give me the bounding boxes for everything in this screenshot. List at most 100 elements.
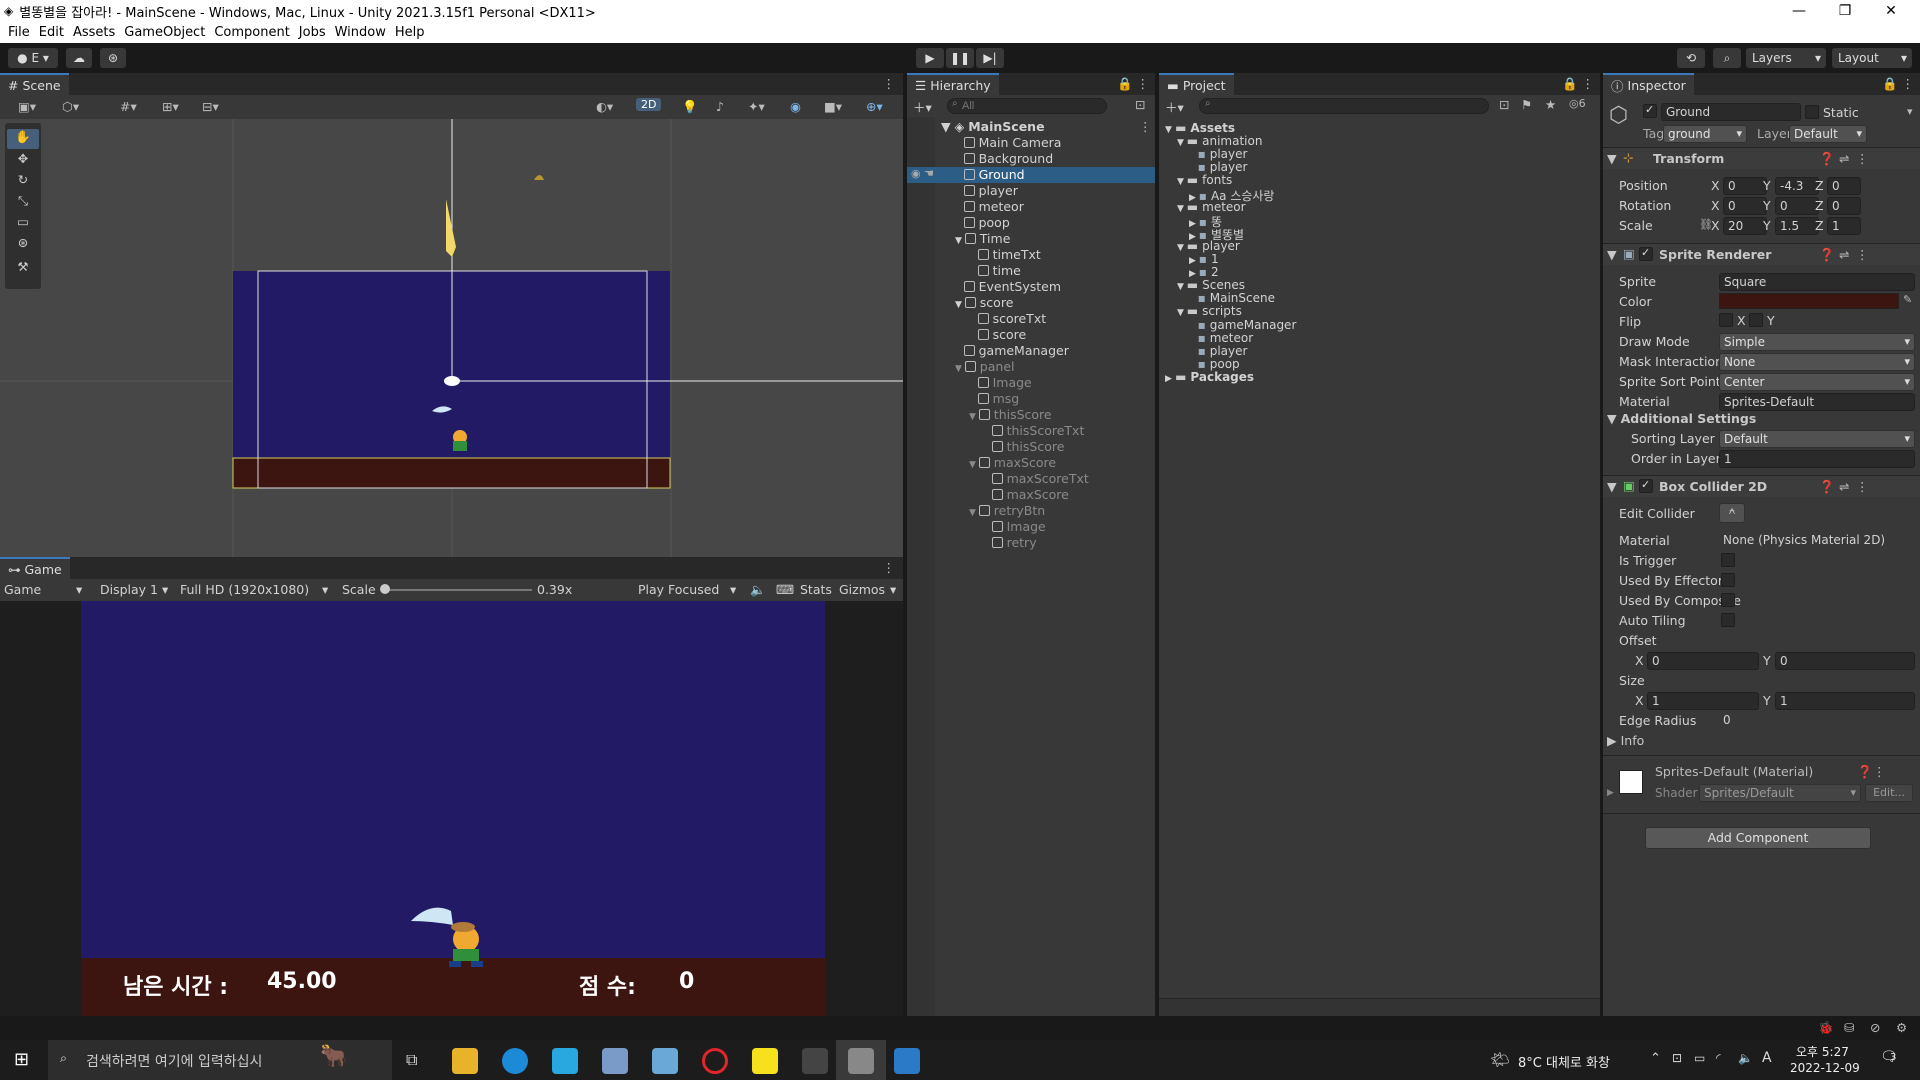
history-button[interactable]: ⟲ <box>1677 48 1705 68</box>
draw-mode-field[interactable]: Simple <box>1719 333 1915 351</box>
transform-header[interactable]: ▼ ⊹ Transform ❓ ⇌ ⋮ <box>1603 147 1920 169</box>
hierarchy-item[interactable]: meteor <box>955 199 1024 215</box>
add-component-button[interactable]: Add Component <box>1645 827 1871 849</box>
hierarchy-item[interactable]: EventSystem <box>955 279 1061 295</box>
vscode-icon[interactable] <box>894 1048 920 1074</box>
hierarchy-item[interactable]: maxScoreTxt <box>983 471 1089 487</box>
sprite-field[interactable]: Square <box>1719 273 1915 291</box>
hierarchy-item[interactable]: retry <box>983 535 1037 551</box>
search-by-label-icon[interactable]: ⚑ <box>1521 97 1532 112</box>
hierarchy-item[interactable]: time <box>969 263 1021 279</box>
flip-toggles[interactable]: XY <box>1719 313 1799 329</box>
visibility-eye-icon[interactable]: ◉ ☚ <box>911 167 934 180</box>
chevron-down-icon[interactable]: ▾ <box>1907 105 1913 118</box>
lighting-icon[interactable]: 💡 <box>682 99 698 115</box>
hierarchy-item[interactable]: ▼ maxScore <box>969 455 1056 471</box>
step-button[interactable]: ▶| <box>976 48 1004 68</box>
windows-start-icon[interactable]: ⊞ <box>14 1049 29 1070</box>
hierarchy-item[interactable]: scoreTxt <box>969 311 1046 327</box>
create-plus-icon[interactable]: ＋▾ <box>1165 97 1184 116</box>
sorting-layer-dropdown[interactable]: Default <box>1719 430 1915 448</box>
preset-icon[interactable]: ⇌ <box>1839 247 1849 262</box>
layer-dropdown[interactable]: Default <box>1789 125 1867 143</box>
hierarchy-item[interactable]: ▼ panel <box>955 359 1014 375</box>
play-button[interactable]: ▶ <box>916 48 944 68</box>
menu-file[interactable]: File <box>8 25 30 40</box>
eyedropper-icon[interactable]: ✎ <box>1903 293 1912 306</box>
box-collider-header[interactable]: ▼ ▣ ✓ Box Collider 2D ❓ ⇌ ⋮ <box>1603 475 1920 497</box>
offset-y-field[interactable]: 0 <box>1775 652 1915 670</box>
hierarchy-item[interactable]: Image <box>983 519 1046 535</box>
hierarchy-item[interactable]: player <box>955 183 1018 199</box>
minimize-button[interactable]: — <box>1776 0 1822 22</box>
debug-icon[interactable]: 🐞 <box>1818 1020 1834 1036</box>
menu-edit[interactable]: Edit <box>39 25 64 40</box>
lock-icon[interactable]: 🔒 <box>1562 76 1578 92</box>
search-by-type-icon[interactable]: ⊡ <box>1499 97 1509 112</box>
hierarchy-item[interactable]: ▼ Time <box>955 231 1010 247</box>
edit-collider-button[interactable]: ⍲ <box>1719 503 1745 523</box>
weather-text[interactable]: 8°C 대체로 화창 <box>1518 1052 1610 1071</box>
hierarchy-item[interactable]: msg <box>969 391 1019 407</box>
hierarchy-item[interactable]: score <box>969 327 1026 343</box>
color-swatch[interactable] <box>1719 293 1899 309</box>
resolution-dropdown[interactable]: Full HD (1920x1080) <box>180 582 309 597</box>
hierarchy-item[interactable]: Ground <box>955 167 1025 183</box>
collider-material-field[interactable]: None (Physics Material 2D) <box>1719 532 1915 550</box>
account-button[interactable]: ● E ▾ <box>8 48 58 68</box>
tab-inspector[interactable]: ⓘ Inspector <box>1603 73 1694 95</box>
app-bird-icon[interactable] <box>552 1048 578 1074</box>
tab-project[interactable]: ▬ Project <box>1159 73 1234 95</box>
box-collider-enabled-checkbox[interactable]: ✓ <box>1639 478 1653 493</box>
create-plus-icon[interactable]: ＋▾ <box>913 97 932 116</box>
mask-interaction-field[interactable]: None <box>1719 353 1915 371</box>
favorite-icon[interactable]: ★ <box>1545 97 1556 112</box>
volume-icon[interactable]: 🔈 <box>1738 1051 1753 1065</box>
scale-slider-handle[interactable] <box>380 584 390 594</box>
hierarchy-item[interactable]: Background <box>955 151 1053 167</box>
used-by-effector-checkbox[interactable] <box>1721 573 1735 587</box>
help-icon[interactable]: ❓ <box>1819 479 1835 495</box>
preset-icon[interactable]: ⇌ <box>1839 479 1849 494</box>
shader-edit-button[interactable]: Edit... <box>1865 784 1913 802</box>
component-menu-icon[interactable]: ⋮ <box>1856 151 1869 166</box>
mute-audio-icon[interactable]: 🔈 <box>750 582 766 598</box>
hierarchy-item[interactable]: gameManager <box>955 343 1069 359</box>
hierarchy-item[interactable]: ▼ retryBtn <box>969 503 1045 519</box>
grid-snap-icon[interactable]: #▾ <box>120 99 137 114</box>
clock-time[interactable]: 오후 5:27 <box>1796 1043 1849 1060</box>
flip-x-checkbox[interactable] <box>1719 313 1733 327</box>
cache-icon[interactable]: ⛁ <box>1844 1020 1854 1035</box>
hierarchy-item[interactable]: thisScore <box>983 439 1064 455</box>
flip-y-checkbox[interactable] <box>1749 313 1763 327</box>
close-button[interactable]: ✕ <box>1868 0 1914 22</box>
scene-viewport[interactable] <box>0 119 903 557</box>
task-view-icon[interactable]: ⧉ <box>406 1050 417 1070</box>
taskbar-search-box[interactable]: ⌕ 검색하려면 여기에 입력하십시 🐂 <box>48 1040 392 1080</box>
menu-jobs[interactable]: Jobs <box>299 25 326 40</box>
menu-gameobject[interactable]: GameObject <box>124 25 205 40</box>
progress-icon[interactable]: ⊘ <box>1870 1020 1880 1035</box>
is-trigger-checkbox[interactable] <box>1721 553 1735 567</box>
scene-root-row[interactable]: ▼ ◈ MainScene <box>941 119 1045 135</box>
lock-icon[interactable]: 🔒 <box>1882 76 1898 92</box>
help-icon[interactable]: ❓ <box>1857 764 1873 780</box>
pos-x-field[interactable]: 0 <box>1723 177 1767 195</box>
unity-editor-icon[interactable] <box>848 1048 874 1074</box>
name-field[interactable]: Ground <box>1661 103 1801 121</box>
scl-z-field[interactable]: 1 <box>1827 217 1861 235</box>
settings-icon[interactable]: ⚙ <box>1896 1020 1907 1035</box>
cloud-button[interactable]: ☁ <box>66 48 92 68</box>
hierarchy-item[interactable]: maxScore <box>983 487 1069 503</box>
lock-icon[interactable]: 🔒 <box>1117 76 1133 92</box>
static-checkbox[interactable] <box>1805 105 1819 119</box>
scl-x-field[interactable]: 20 <box>1723 217 1767 235</box>
play-mode-dropdown[interactable]: Play Focused <box>638 582 719 597</box>
panel-menu-icon[interactable]: ⋮ <box>1582 76 1595 91</box>
tag-dropdown[interactable]: ground <box>1663 125 1747 143</box>
size-y-field[interactable]: 1 <box>1775 692 1915 710</box>
active-checkbox[interactable]: ✓ <box>1643 103 1657 118</box>
hierarchy-item[interactable]: ▼ score <box>955 295 1013 311</box>
draw-mode-icon[interactable]: ▣▾ <box>18 99 36 114</box>
pause-button[interactable]: ❚❚ <box>946 48 974 68</box>
